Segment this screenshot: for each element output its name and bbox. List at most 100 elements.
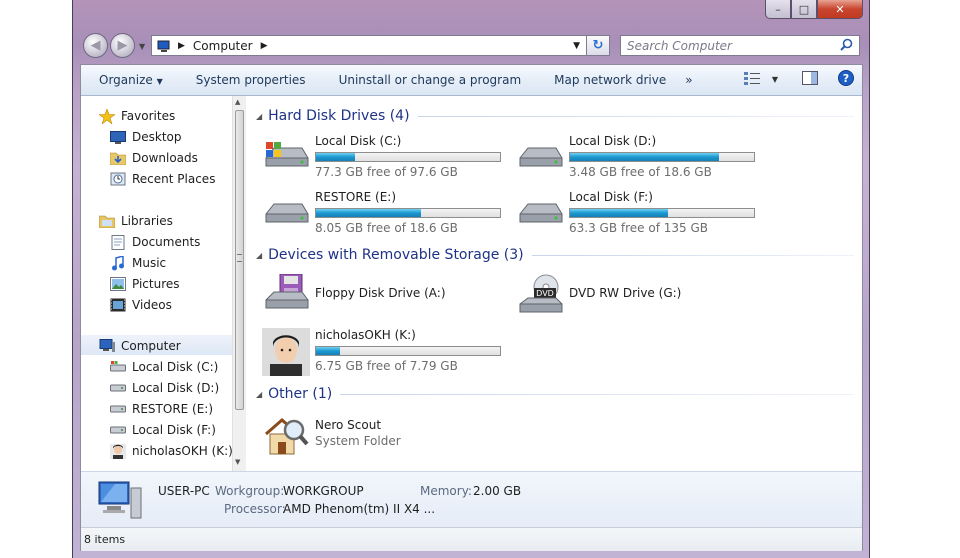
status-bar: 8 items <box>81 527 862 551</box>
drive-c-tile[interactable]: Local Disk (C:) 77.3 GB free of 97.6 GB <box>262 134 512 179</box>
nav-recent-places[interactable]: Recent Places <box>110 169 215 189</box>
address-bar[interactable]: ▶ Computer ▶ ▼ <box>151 35 587 56</box>
dvd-drive-tile[interactable]: DVD DVD RW Drive (G:) <box>516 274 766 314</box>
nav-drive-e[interactable]: RESTORE (E:) <box>110 399 213 419</box>
scroll-down-icon[interactable]: ▼ <box>235 458 240 466</box>
close-button[interactable]: ✕ <box>817 0 863 19</box>
forward-arrow-icon: ▶ <box>117 38 128 53</box>
uninstall-program-button[interactable]: Uninstall or change a program <box>321 73 537 87</box>
item-name: Nero Scout <box>315 418 382 432</box>
breadcrumb-chevron-icon[interactable]: ▶ <box>261 41 268 51</box>
drive-name: DVD RW Drive (G:) <box>569 286 682 300</box>
documents-icon <box>110 234 126 250</box>
nav-downloads[interactable]: Downloads <box>110 148 198 168</box>
change-view-icon[interactable] <box>743 71 762 88</box>
nav-drive-e-label: RESTORE (E:) <box>132 402 214 416</box>
drive-usage-bar <box>569 152 755 162</box>
map-network-drive-button[interactable]: Map network drive <box>536 73 681 87</box>
drive-e-tile[interactable]: RESTORE (E:) 8.05 GB free of 18.6 GB <box>262 190 512 235</box>
maximize-button[interactable]: □ <box>791 0 817 19</box>
search-input[interactable]: Search Computer <box>621 39 840 53</box>
breadcrumb-separator-icon[interactable]: ▶ <box>178 41 185 51</box>
preview-pane-icon[interactable] <box>802 71 818 88</box>
drive-free-space: 3.48 GB free of 18.6 GB <box>569 165 712 179</box>
help-icon[interactable]: ? <box>838 70 854 89</box>
item-count: 8 items <box>84 533 126 546</box>
collapse-group-icon[interactable]: ◢ <box>256 112 262 121</box>
group-hard-disk-drives-label: Hard Disk Drives (4) <box>268 108 410 124</box>
command-bar: Organize ▼ System properties Uninstall o… <box>81 65 862 96</box>
nav-libraries[interactable]: Libraries <box>99 211 173 231</box>
nav-favorites[interactable]: Favorites <box>99 106 175 126</box>
back-button[interactable]: ◀ <box>83 33 108 58</box>
usage-fill <box>570 153 720 161</box>
downloads-folder-icon <box>110 151 126 165</box>
drive-name: Local Disk (F:) <box>569 190 653 204</box>
usage-fill <box>316 153 355 161</box>
drive-name: nicholasOKH (K:) <box>315 328 416 342</box>
group-hard-disk-drives[interactable]: ◢ Hard Disk Drives (4) <box>256 108 854 124</box>
drive-d-tile[interactable]: Local Disk (D:) 3.48 GB free of 18.6 GB <box>516 134 766 179</box>
nav-pictures-label: Pictures <box>132 277 180 291</box>
address-dropdown-icon[interactable]: ▼ <box>573 41 580 51</box>
collapse-group-icon[interactable]: ◢ <box>256 251 262 260</box>
nav-drive-k[interactable]: nicholasOKH (K:) <box>110 441 233 461</box>
minimize-button[interactable]: – <box>765 0 791 19</box>
scrollbar-thumb[interactable] <box>235 110 244 410</box>
drive-usage-bar <box>569 208 755 218</box>
processor-label: Processor: <box>224 502 286 516</box>
nav-drive-d[interactable]: Local Disk (D:) <box>110 378 219 398</box>
usage-fill <box>316 209 421 217</box>
music-icon <box>110 255 126 270</box>
collapse-group-icon[interactable]: ◢ <box>256 390 262 399</box>
nav-music[interactable]: Music <box>110 253 166 273</box>
drive-usage-bar <box>315 152 501 162</box>
organize-button[interactable]: Organize ▼ <box>81 73 178 87</box>
navigation-scrollbar[interactable]: ▲ ▼ <box>232 96 246 471</box>
drive-free-space: 6.75 GB free of 7.79 GB <box>315 359 458 373</box>
drive-k-tile[interactable]: nicholasOKH (K:) 6.75 GB free of 7.79 GB <box>262 328 512 376</box>
forward-button[interactable]: ▶ <box>110 33 135 58</box>
system-properties-button[interactable]: System properties <box>178 73 321 87</box>
group-divider <box>531 254 854 256</box>
refresh-button[interactable]: ↻ <box>587 35 610 56</box>
nav-favorites-label: Favorites <box>121 109 176 123</box>
hard-drive-icon <box>110 402 126 416</box>
caption-buttons: – □ ✕ <box>765 0 863 20</box>
nav-desktop-label: Desktop <box>132 130 182 144</box>
floppy-drive-tile[interactable]: Floppy Disk Drive (A:) <box>262 273 512 314</box>
user-photo-drive-icon <box>262 328 310 376</box>
nav-documents[interactable]: Documents <box>110 232 200 252</box>
nav-music-label: Music <box>132 256 167 270</box>
search-box[interactable]: Search Computer <box>620 35 860 56</box>
nav-computer[interactable]: Computer <box>99 336 181 356</box>
nav-pictures[interactable]: Pictures <box>110 274 180 294</box>
windows-drive-icon <box>110 360 126 374</box>
usage-fill <box>316 347 340 355</box>
scroll-up-icon[interactable]: ▲ <box>235 98 240 106</box>
group-removable-storage[interactable]: ◢ Devices with Removable Storage (3) <box>256 247 854 263</box>
drive-usage-bar <box>315 208 501 218</box>
group-divider <box>417 115 854 117</box>
drive-usage-bar <box>315 346 501 356</box>
nav-drive-c[interactable]: Local Disk (C:) <box>110 357 218 377</box>
nav-videos[interactable]: Videos <box>110 295 172 315</box>
more-commands-button[interactable]: » <box>681 73 707 87</box>
recent-pages-dropdown-icon[interactable]: ▼ <box>139 42 145 51</box>
drive-f-tile[interactable]: Local Disk (F:) 63.3 GB free of 135 GB <box>516 190 766 235</box>
group-other[interactable]: ◢ Other (1) <box>256 386 854 402</box>
desktop-icon <box>110 130 126 144</box>
search-icon[interactable] <box>840 38 853 54</box>
breadcrumb-computer[interactable]: Computer <box>193 39 253 53</box>
hard-drive-icon <box>516 134 564 174</box>
pictures-icon <box>110 277 126 291</box>
nav-drive-f[interactable]: Local Disk (F:) <box>110 420 216 440</box>
recent-places-icon <box>110 172 126 186</box>
view-dropdown-icon[interactable]: ▼ <box>772 75 778 84</box>
drive-name: Local Disk (C:) <box>315 134 402 148</box>
nav-desktop[interactable]: Desktop <box>110 127 182 147</box>
drive-name: RESTORE (E:) <box>315 190 397 204</box>
group-other-label: Other (1) <box>268 386 333 402</box>
user-photo-drive-icon <box>110 443 126 459</box>
nero-scout-tile[interactable]: Nero Scout System Folder <box>262 414 512 455</box>
